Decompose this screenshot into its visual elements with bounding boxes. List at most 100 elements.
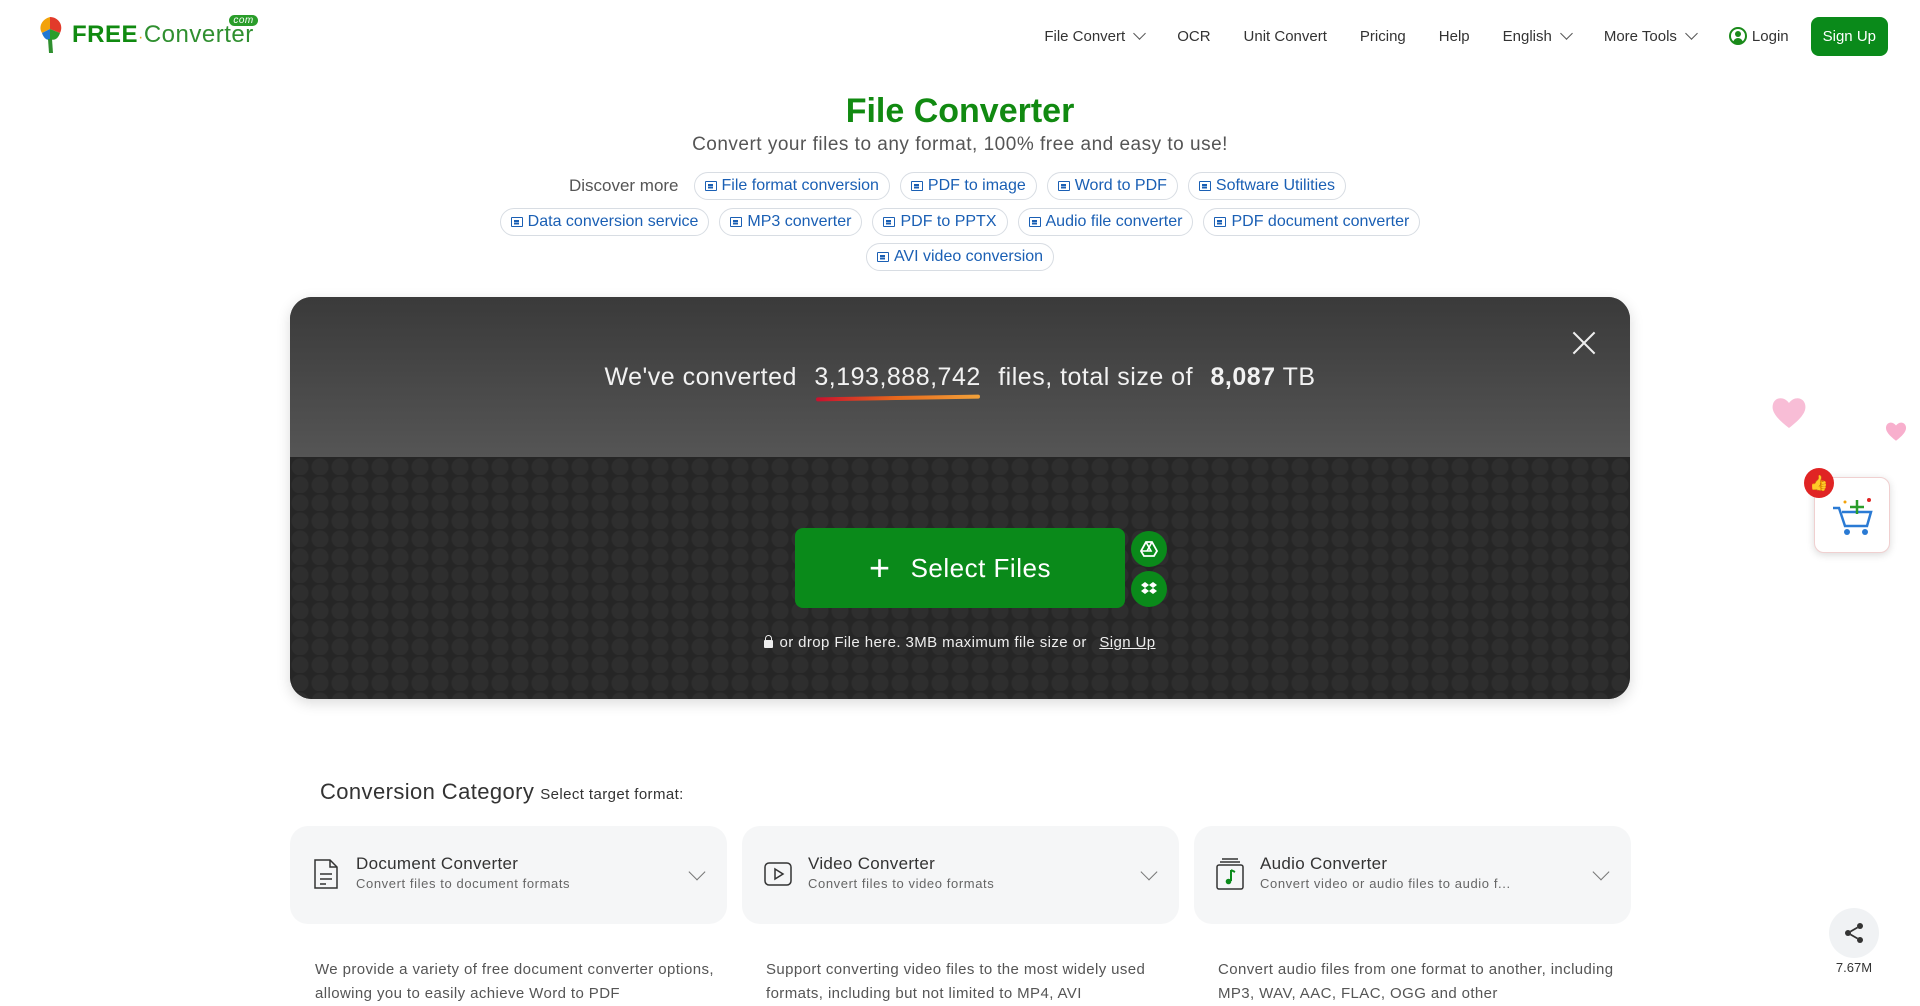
discover-chip[interactable]: Data conversion service — [499, 208, 710, 236]
card-subtitle: Convert files to document formats — [356, 876, 571, 891]
category-subtitle: Select target format: — [540, 786, 684, 803]
discover-chip[interactable]: PDF document converter — [1203, 208, 1421, 236]
audio-converter-card[interactable]: Audio Converter Convert video or audio f… — [1194, 826, 1631, 924]
nav-label: File Convert — [1044, 27, 1126, 45]
discover-chip[interactable]: PDF to PPTX — [872, 208, 1008, 236]
nav-label: Pricing — [1359, 27, 1406, 45]
signup-button[interactable]: Sign Up — [1810, 16, 1888, 56]
dropbox-button[interactable] — [1131, 571, 1167, 607]
video-converter-card[interactable]: Video Converter Convert files to video f… — [742, 826, 1179, 924]
video-icon — [764, 862, 792, 886]
card-list-icon — [510, 217, 523, 227]
heart-icon — [1772, 398, 1806, 428]
discover-chips-row: Data conversion service MP3 converter PD… — [0, 208, 1920, 236]
chip-label: Word to PDF — [1074, 177, 1167, 194]
discover-chip[interactable]: Software Utilities — [1187, 172, 1347, 200]
drop-hint: or drop File here. 3MB maximum file size… — [290, 634, 1630, 651]
chip-label: File format conversion — [721, 177, 879, 194]
heart-icon — [1885, 422, 1907, 441]
chevron-down-icon — [1559, 27, 1573, 40]
stats-middle: files, total size of — [998, 363, 1194, 391]
nav-help[interactable]: Help — [1439, 28, 1470, 45]
chip-label: MP3 converter — [747, 213, 852, 230]
logo-free: FREE — [72, 21, 139, 48]
share-button[interactable] — [1829, 908, 1879, 958]
page-title: File Converter — [845, 92, 1075, 130]
nav-label: Unit Convert — [1243, 27, 1327, 45]
card-list-icon — [1028, 217, 1041, 227]
nav-label: OCR — [1177, 27, 1211, 45]
card-list-icon — [1057, 181, 1070, 191]
card-subtitle: Convert video or audio files to audio f.… — [1260, 876, 1511, 891]
discover-label: Discover more — [568, 176, 679, 195]
nav-label: Help — [1438, 27, 1470, 45]
dropbox-icon — [1141, 582, 1157, 594]
login-label: Login — [1751, 27, 1789, 45]
document-converter-card[interactable]: Document Converter Convert files to docu… — [290, 826, 727, 924]
category-title: Conversion Category — [320, 779, 535, 804]
card-title: Document Converter — [356, 854, 519, 873]
drop-hint-text: or drop File here. 3MB maximum file size… — [779, 634, 1087, 651]
drop-signup-link[interactable]: Sign Up — [1099, 634, 1155, 651]
nav-label: More Tools — [1603, 27, 1677, 45]
select-files-button[interactable]: + Select Files — [795, 528, 1125, 608]
card-list-icon — [876, 252, 889, 262]
card-list-icon — [730, 217, 743, 227]
card-list-icon — [1214, 217, 1227, 227]
discover-chip[interactable]: File format conversion — [693, 172, 890, 200]
google-drive-button[interactable] — [1131, 531, 1167, 567]
chip-label: Software Utilities — [1215, 177, 1336, 194]
total-size: 8,087 — [1210, 363, 1276, 391]
card-list-icon — [883, 217, 896, 227]
files-count: 3,193,888,742 — [814, 363, 981, 391]
discover-chips-row: AVI video conversion — [0, 243, 1920, 271]
chip-label: PDF to image — [927, 177, 1026, 194]
nav-ocr[interactable]: OCR — [1177, 28, 1210, 45]
category-header: Conversion Category Select target format… — [320, 779, 684, 805]
size-unit: TB — [1282, 363, 1316, 391]
logo-com-badge: com — [229, 15, 258, 26]
nav-file-convert[interactable]: File Convert — [1044, 27, 1147, 45]
card-subtitle: Convert files to video formats — [808, 876, 995, 891]
video-converter-description: Support converting video files to the mo… — [766, 961, 1146, 1002]
chip-label: Data conversion service — [527, 213, 699, 230]
site-logo[interactable]: FREE·Converter com — [36, 14, 258, 56]
document-icon — [314, 859, 338, 889]
discover-chip[interactable]: Word to PDF — [1046, 172, 1178, 200]
chip-label: PDF document converter — [1231, 213, 1410, 230]
lock-icon — [764, 635, 774, 648]
discover-chip[interactable]: MP3 converter — [719, 208, 863, 236]
card-title: Audio Converter — [1260, 854, 1388, 873]
conversion-stats: We've converted 3,193,888,742 files, tot… — [290, 363, 1630, 392]
card-list-icon — [704, 181, 717, 191]
stats-banner: We've converted 3,193,888,742 files, tot… — [290, 297, 1630, 457]
nav-pricing[interactable]: Pricing — [1360, 28, 1406, 45]
login-link[interactable]: Login — [1728, 27, 1789, 45]
card-title: Video Converter — [808, 854, 936, 873]
discover-chip[interactable]: Audio file converter — [1017, 208, 1194, 236]
nav-language[interactable]: English — [1502, 27, 1573, 45]
audio-icon — [1216, 858, 1244, 890]
logo-wordmark: FREE·Converter com — [72, 15, 258, 49]
select-files-label: Select Files — [910, 552, 1051, 583]
close-icon[interactable] — [1572, 331, 1596, 355]
chip-label: Audio file converter — [1045, 213, 1183, 230]
document-converter-description: We provide a variety of free document co… — [315, 961, 714, 1002]
chevron-down-icon — [1685, 27, 1698, 40]
logo-mark-icon — [40, 17, 62, 53]
chip-label: PDF to PPTX — [900, 213, 997, 230]
nav-unit-convert[interactable]: Unit Convert — [1244, 28, 1327, 45]
card-list-icon — [910, 181, 923, 191]
discover-chip[interactable]: PDF to image — [899, 172, 1037, 200]
chevron-down-icon — [688, 863, 706, 881]
card-list-icon — [1198, 181, 1211, 191]
site-header: FREE·Converter com File Convert OCR Unit… — [0, 0, 1920, 72]
nav-more-tools[interactable]: More Tools — [1603, 27, 1698, 45]
thumbs-up-icon: 👍 — [1804, 468, 1834, 498]
discover-chip[interactable]: AVI video conversion — [865, 243, 1055, 271]
chevron-down-icon — [1140, 863, 1158, 881]
page-subtitle: Convert your files to any format, 100% f… — [692, 134, 1228, 155]
chevron-down-icon — [1133, 27, 1147, 40]
plus-icon: + — [869, 547, 891, 588]
nav-label: English — [1502, 27, 1552, 45]
